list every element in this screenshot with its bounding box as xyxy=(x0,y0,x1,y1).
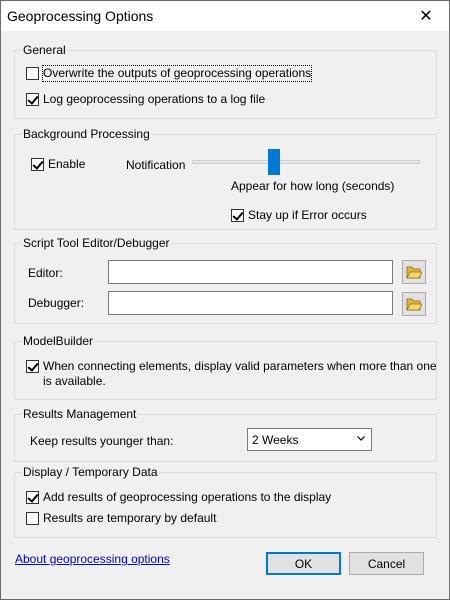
title-bar: Geoprocessing Options ✕ xyxy=(1,1,449,31)
cancel-button[interactable]: Cancel xyxy=(349,552,424,575)
display-valid-params-line2: is available. xyxy=(43,374,106,388)
debugger-input[interactable] xyxy=(108,291,393,315)
checkbox-box[interactable] xyxy=(231,209,244,222)
keep-results-select[interactable]: 2 Weeks xyxy=(247,428,372,451)
duration-label: Appear for how long (seconds) xyxy=(231,179,395,193)
add-results-label: Add results of geoprocessing operations … xyxy=(43,490,332,504)
group-general: General xyxy=(14,43,437,119)
results-temporary-label: Results are temporary by default xyxy=(43,511,217,525)
group-display-title: Display / Temporary Data xyxy=(22,465,159,479)
debugger-browse-button[interactable] xyxy=(402,292,426,316)
checkbox-box[interactable] xyxy=(26,512,39,525)
enable-background-checkbox[interactable]: Enable xyxy=(31,157,85,172)
notification-slider-thumb[interactable] xyxy=(268,149,280,175)
display-valid-params-line1: When connecting elements, display valid … xyxy=(43,359,437,373)
editor-label: Editor: xyxy=(28,266,63,280)
checkbox-box[interactable] xyxy=(26,360,39,373)
checkbox-box[interactable] xyxy=(26,491,39,504)
checkbox-box[interactable] xyxy=(26,67,39,80)
keep-results-label: Keep results younger than: xyxy=(30,434,174,448)
stay-up-error-checkbox[interactable]: Stay up if Error occurs xyxy=(231,208,367,223)
checkbox-box[interactable] xyxy=(26,93,39,106)
checkbox-box[interactable] xyxy=(31,158,44,171)
ok-button[interactable]: OK xyxy=(266,552,341,575)
keep-results-value: 2 Weeks xyxy=(252,433,299,447)
notification-slider-track[interactable] xyxy=(192,160,420,164)
display-valid-params-label: When connecting elements, display valid … xyxy=(43,359,437,389)
group-modelbuilder-title: ModelBuilder xyxy=(22,334,95,348)
close-button[interactable]: ✕ xyxy=(403,1,449,31)
log-operations-checkbox[interactable]: Log geoprocessing operations to a log fi… xyxy=(26,92,265,107)
group-display-temporary: Display / Temporary Data xyxy=(14,465,437,538)
overwrite-outputs-checkbox[interactable]: Overwrite the outputs of geoprocessing o… xyxy=(26,65,313,82)
notification-label: Notification xyxy=(126,158,186,172)
results-temporary-checkbox[interactable]: Results are temporary by default xyxy=(26,511,216,526)
editor-input[interactable] xyxy=(108,260,393,284)
ok-button-label: OK xyxy=(294,556,313,571)
group-results-title: Results Management xyxy=(22,407,138,421)
display-valid-params-checkbox[interactable]: When connecting elements, display valid … xyxy=(26,359,437,389)
group-background-title: Background Processing xyxy=(22,127,151,141)
window-title: Geoprocessing Options xyxy=(7,8,154,24)
debugger-label: Debugger: xyxy=(28,296,85,310)
add-results-display-checkbox[interactable]: Add results of geoprocessing operations … xyxy=(26,490,331,505)
editor-browse-button[interactable] xyxy=(402,260,426,284)
about-geoprocessing-link[interactable]: About geoprocessing options xyxy=(15,552,170,566)
folder-open-icon xyxy=(406,266,422,279)
dialog-window: Geoprocessing Options ✕ General Overwrit… xyxy=(0,0,450,600)
chevron-down-icon xyxy=(357,436,365,441)
enable-label: Enable xyxy=(48,157,86,171)
close-icon: ✕ xyxy=(419,8,433,25)
overwrite-outputs-label: Overwrite the outputs of geoprocessing o… xyxy=(41,65,313,82)
cancel-button-label: Cancel xyxy=(367,556,406,571)
stay-up-label: Stay up if Error occurs xyxy=(248,208,367,222)
group-general-title: General xyxy=(22,43,67,57)
log-operations-label: Log geoprocessing operations to a log fi… xyxy=(43,92,266,106)
group-script-tool-title: Script Tool Editor/Debugger xyxy=(22,236,171,250)
folder-open-icon xyxy=(406,298,422,311)
